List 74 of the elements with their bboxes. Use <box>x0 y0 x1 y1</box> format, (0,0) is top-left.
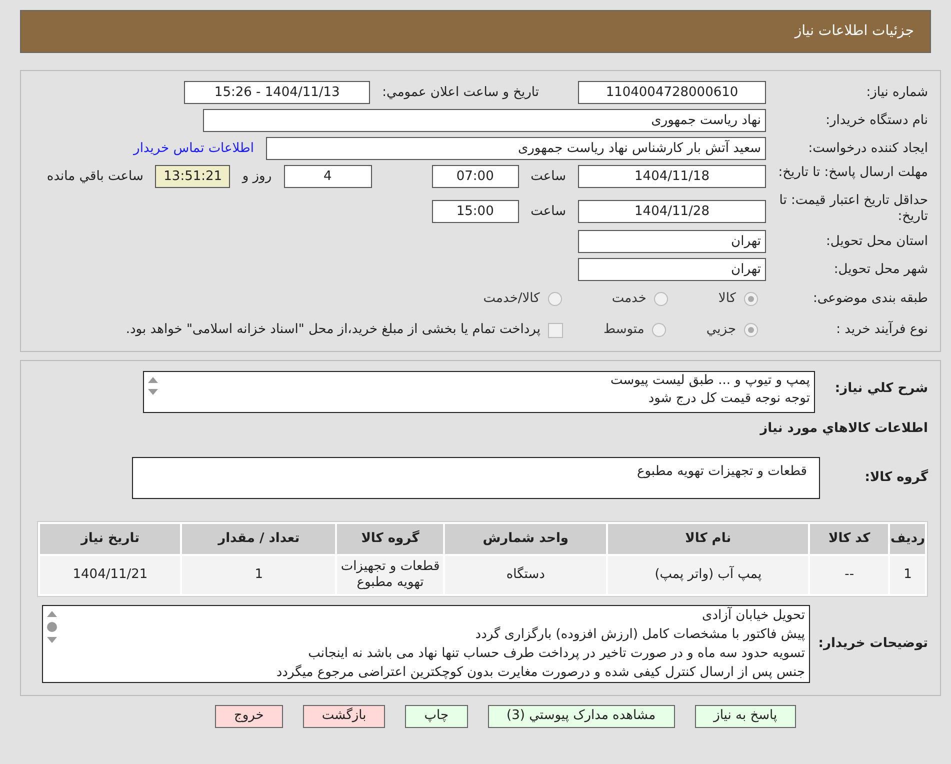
scrollbar-icon <box>46 610 58 644</box>
text-line: تحویل خیابان آزادی <box>701 606 805 624</box>
text-line: پیش فاکتور با مشخصات کامل (ارزش افزوده) بارگزاری گردد <box>474 626 805 644</box>
contact-link[interactable]: اطلاعات تماس خریدار <box>134 138 254 158</box>
field-label: ساعت باقي مانده <box>46 168 144 184</box>
field-label: روز و <box>242 168 272 184</box>
radio-button[interactable] <box>548 292 562 306</box>
checkbox-label: پرداخت تمام یا بخشی از مبلغ خرید،از محل "اسناد خزانه اسلامی" خواهد بود. <box>126 321 540 340</box>
field-label: حداقل تاریخ اعتبار قیمت: تا تاریخ: <box>778 193 928 225</box>
value-field: 15:00 <box>432 200 519 223</box>
field-label: نام دستگاه خریدار: <box>824 112 928 128</box>
section-title: اطلاعات کالاهاي مورد نیاز <box>758 420 928 438</box>
scrollbar-icon <box>147 376 159 396</box>
table-cell: قطعات و تجهیزات تهویه مطبوع <box>337 556 444 594</box>
column-header: ردیف <box>890 524 925 554</box>
column-header: نام کالا <box>608 524 808 554</box>
form-button[interactable]: چاپ <box>405 704 468 728</box>
field-label: استان محل تحویل: <box>825 234 928 250</box>
field-label: ساعت <box>530 204 566 220</box>
radio-label: جزيي <box>706 321 736 340</box>
text-line: توجه نوجه قیمت کل درج شود <box>647 390 810 408</box>
notes-textarea[interactable] <box>42 604 810 682</box>
column-header: گروه کالا <box>337 524 444 554</box>
field-label: تاریخ و ساعت اعلان عمومي: <box>382 84 539 100</box>
field-label: طبقه بندی موضوعی: <box>812 291 928 307</box>
field-label: نوع فرآیند خرید : <box>835 322 928 338</box>
text-line: تسویه حدود سه ماه و در صورت تاخیر در پرداخت طرف حساب تنها نهاد می باشد نه اینجانب <box>307 644 805 662</box>
value-field: نهاد ریاست جمهوری <box>203 109 766 132</box>
radio-button[interactable] <box>744 323 758 337</box>
radio-button[interactable] <box>652 323 666 337</box>
column-header: تعداد / مقدار <box>182 524 336 554</box>
field-label: مهلت ارسال پاسخ: تا تاریخ: <box>778 165 928 181</box>
value-field: سعید آتش بار کارشناس نهاد ریاست جمهوری <box>266 137 766 160</box>
field-label: شماره نیاز: <box>865 84 928 100</box>
radio-button[interactable] <box>744 292 758 306</box>
column-header: تاریخ نیاز <box>40 524 180 554</box>
column-header: کد کالا <box>810 524 888 554</box>
table-cell: دستگاه <box>445 556 606 594</box>
value-field: 07:00 <box>432 165 519 188</box>
radio-label: کالا <box>718 290 736 308</box>
value-field: 1404/11/18 <box>578 165 766 188</box>
field-label: ساعت <box>530 168 566 184</box>
form-button[interactable]: پاسخ به نیاز <box>694 704 796 728</box>
radio-label: کالا/خدمت <box>483 290 540 308</box>
checkbox[interactable] <box>548 322 564 338</box>
radio-label: خدمت <box>612 290 646 308</box>
group-textarea[interactable]: قطعات و تجهیزات تهویه مطبوع <box>132 456 820 498</box>
field-label: توضیحات خریدار: <box>818 634 928 653</box>
form-button[interactable]: مشاهده مدارک پیوستي (3) <box>488 704 675 728</box>
text-line: پمپ و تیوپ و ... طبق لیست پیوست <box>609 372 810 390</box>
radio-button[interactable] <box>654 292 668 306</box>
value-field: 1404/11/13 - 15:26 <box>184 81 370 104</box>
field-label: شرح کلي نیاز: <box>834 380 928 398</box>
page-title: جزئیات اطلاعات نیاز <box>794 22 914 41</box>
table-cell: 1 <box>890 556 925 594</box>
value-field: 1104004728000610 <box>578 81 766 104</box>
value-field: 1404/11/28 <box>578 200 766 223</box>
form-button[interactable]: بازگشت <box>302 704 386 728</box>
table-cell: پمپ آب (واتر پمپ) <box>608 556 808 594</box>
column-header: واحد شمارش <box>445 524 606 554</box>
value-field: تهران <box>578 258 766 281</box>
table-cell: 1404/11/21 <box>40 556 180 594</box>
description-textarea[interactable]: پمپ و تیوپ و ... طبق لیست پیوست توجه نوجه قیمت کل درج شود <box>143 371 815 413</box>
field-label: ایجاد کننده درخواست: <box>807 140 928 156</box>
value-field: 4 <box>284 165 372 188</box>
radio-label: متوسط <box>603 321 644 340</box>
table-cell: 1 <box>182 556 336 594</box>
countdown-field: 13:51:21 <box>155 165 230 188</box>
field-label: گروه کالا: <box>864 468 928 487</box>
table-cell: -- <box>810 556 888 594</box>
value-field: تهران <box>578 230 766 253</box>
form-button[interactable]: خروج <box>214 704 283 728</box>
text-line: جنس پس از ارسال کنترل کیفی شده و درصورت مغایرت بدون کوچکترین اعتراضی مرجوع میگردد <box>275 664 805 682</box>
field-label: شهر محل تحویل: <box>832 262 928 278</box>
